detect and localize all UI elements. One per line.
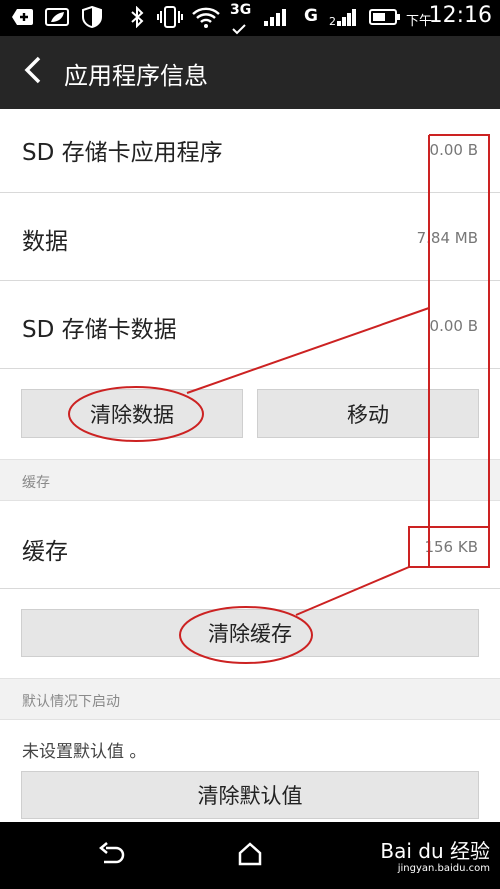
row-label: 缓存 — [22, 539, 68, 565]
battery-icon — [368, 6, 402, 28]
signal-icon: 2 — [328, 6, 360, 28]
watermark-url: jingyan.baidu.com — [397, 863, 490, 874]
row-label: 数据 — [22, 229, 68, 255]
chevron-left-icon — [23, 55, 43, 89]
section-title: 缓存 — [22, 475, 50, 491]
watermark-brand: Bai du 经验 — [380, 839, 490, 863]
nav-home-button[interactable] — [230, 836, 270, 876]
back-button[interactable] — [18, 54, 48, 90]
app-bar: 应用程序信息 — [0, 36, 500, 109]
row-value: 7.84 MB — [416, 229, 478, 247]
clear-cache-button[interactable]: 清除缓存 — [21, 609, 479, 657]
clear-data-button[interactable]: 清除数据 — [21, 389, 243, 438]
watermark: Bai du 经验 jingyan.baidu.com — [350, 829, 490, 883]
defaults-status-text: 未设置默认值 。 — [22, 742, 147, 762]
row-value: 0.00 B — [429, 317, 478, 335]
home-icon — [238, 842, 262, 870]
status-bar: 3G G 2 下午 12:16 — [0, 0, 500, 36]
row-value: 0.00 B — [429, 141, 478, 159]
row-label: SD 存储卡应用程序 — [22, 140, 223, 166]
storage-row-data: 数据 7.84 MB — [0, 192, 500, 281]
plus-icon — [10, 6, 36, 28]
signal-icon — [262, 6, 292, 28]
defaults-section-header: 默认情况下启动 — [0, 678, 500, 720]
move-button[interactable]: 移动 — [257, 389, 479, 438]
leaf-icon — [44, 6, 72, 28]
storage-row-sd-app: SD 存储卡应用程序 0.00 B — [0, 109, 500, 193]
network-g-label: G — [304, 6, 318, 26]
clock: 12:16 — [428, 3, 492, 28]
cache-section-header: 缓存 — [0, 459, 500, 501]
wifi-icon — [190, 6, 222, 28]
app-info-content: SD 存储卡应用程序 0.00 B 数据 7.84 MB SD 存储卡数据 0.… — [0, 109, 500, 822]
back-icon — [98, 842, 126, 870]
row-value: 156 KB — [424, 538, 478, 556]
page-title: 应用程序信息 — [64, 62, 208, 90]
cache-row: 缓存 156 KB — [0, 500, 500, 589]
clear-defaults-button[interactable]: 清除默认值 — [21, 771, 479, 819]
shield-icon — [80, 6, 104, 28]
bluetooth-icon — [128, 6, 146, 28]
network-3g-label: 3G — [230, 2, 252, 18]
storage-row-sd-data: SD 存储卡数据 0.00 B — [0, 280, 500, 369]
nav-back-button[interactable] — [92, 836, 132, 876]
row-label: SD 存储卡数据 — [22, 317, 177, 343]
section-title: 默认情况下启动 — [22, 694, 120, 710]
svg-text:2: 2 — [329, 15, 336, 27]
vibrate-icon — [156, 6, 184, 28]
